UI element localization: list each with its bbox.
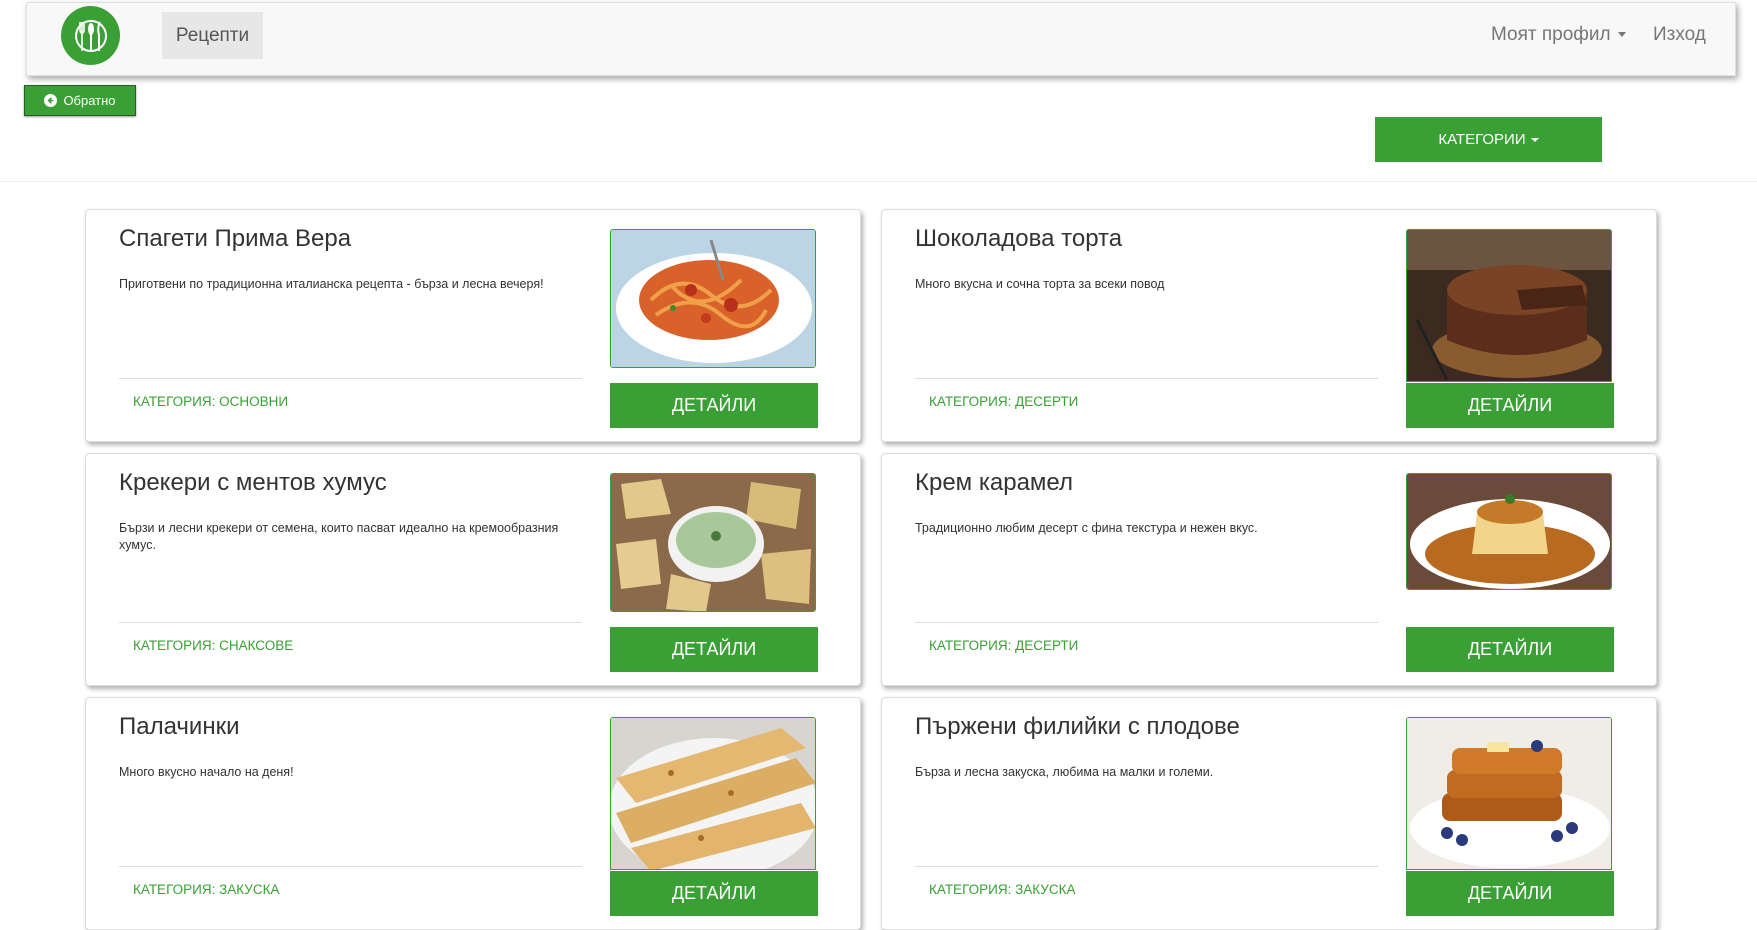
recipe-category: КАТЕГОРИЯ: СНАКСОВЕ: [133, 638, 294, 653]
recipe-description: Много вкусно начало на деня!: [119, 765, 294, 779]
details-button[interactable]: ДЕТАЙЛИ: [1406, 383, 1614, 428]
creme-caramel-photo: [1406, 473, 1612, 590]
categories-dropdown-button[interactable]: КАТЕГОРИИ: [1375, 117, 1602, 162]
recipe-description: Традиционно любим десерт с фина текстура…: [915, 521, 1258, 535]
nav-recipes-link[interactable]: Рецепти: [162, 12, 263, 59]
details-button[interactable]: ДЕТАЙЛИ: [610, 383, 818, 428]
pancakes-photo: [610, 717, 816, 870]
recipe-card: Пържени филийки с плодове Бърза и лесна …: [881, 697, 1657, 930]
card-divider: [915, 622, 1378, 623]
recipe-title: Палачинки: [119, 713, 240, 740]
french-toast-photo: [1406, 717, 1612, 870]
recipe-card: Шоколадова торта Много вкусна и сочна то…: [881, 209, 1657, 442]
card-divider: [119, 866, 582, 867]
cutlery-icon: [74, 19, 107, 52]
profile-dropdown[interactable]: Моят профил: [1491, 24, 1626, 46]
card-divider: [915, 866, 1378, 867]
recipe-card: Спагети Прима Вера Приготвени по традици…: [85, 209, 861, 442]
top-navbar: Рецепти Моят профил Изход: [26, 2, 1736, 76]
details-button[interactable]: ДЕТАЙЛИ: [1406, 627, 1614, 672]
recipe-description: Бързи и лесни крекери от семена, които п…: [119, 521, 559, 552]
card-divider: [915, 378, 1378, 379]
profile-label: Моят профил: [1491, 24, 1611, 45]
crackers-hummus-photo: [610, 473, 816, 612]
recipe-card: Крем карамел Традиционно любим десерт с …: [881, 453, 1657, 686]
recipe-title: Крем карамел: [915, 469, 1073, 496]
chocolate-cake-photo: [1406, 229, 1612, 382]
recipe-category: КАТЕГОРИЯ: ДЕСЕРТИ: [929, 394, 1079, 409]
recipe-title: Крекери с ментов хумус: [119, 469, 387, 496]
caret-down-icon: [1530, 137, 1539, 142]
header-divider: [0, 181, 1757, 182]
recipe-description: Много вкусна и сочна торта за всеки пово…: [915, 277, 1165, 291]
details-button[interactable]: ДЕТАЙЛИ: [610, 627, 818, 672]
recipe-category: КАТЕГОРИЯ: ЗАКУСКА: [929, 882, 1076, 897]
details-button[interactable]: ДЕТАЙЛИ: [1406, 871, 1614, 916]
recipe-category: КАТЕГОРИЯ: ЗАКУСКА: [133, 882, 280, 897]
arrow-left-circle-icon: [44, 94, 58, 107]
recipe-card: Палачинки Много вкусно начало на деня! К…: [85, 697, 861, 930]
recipe-description: Бърза и лесна закуска, любима на малки и…: [915, 765, 1214, 779]
back-button[interactable]: Обратно: [24, 85, 136, 116]
back-label: Обратно: [63, 93, 116, 108]
recipe-description: Приготвени по традиционна италианска рец…: [119, 277, 544, 291]
recipe-card: Крекери с ментов хумус Бързи и лесни кре…: [85, 453, 861, 686]
categories-label: КАТЕГОРИИ: [1438, 131, 1526, 148]
spaghetti-photo: [610, 229, 816, 368]
recipe-title: Шоколадова торта: [915, 225, 1123, 252]
logout-link[interactable]: Изход: [1653, 24, 1706, 46]
recipe-title: Пържени филийки с плодове: [915, 713, 1240, 740]
caret-down-icon: [1617, 32, 1626, 38]
recipe-title: Спагети Прима Вера: [119, 225, 352, 252]
recipe-category: КАТЕГОРИЯ: ДЕСЕРТИ: [929, 638, 1079, 653]
card-divider: [119, 622, 582, 623]
details-button[interactable]: ДЕТАЙЛИ: [610, 871, 818, 916]
fork-knife-spoon-logo[interactable]: [61, 6, 120, 65]
recipe-category: КАТЕГОРИЯ: ОСНОВНИ: [133, 394, 289, 409]
card-divider: [119, 378, 582, 379]
